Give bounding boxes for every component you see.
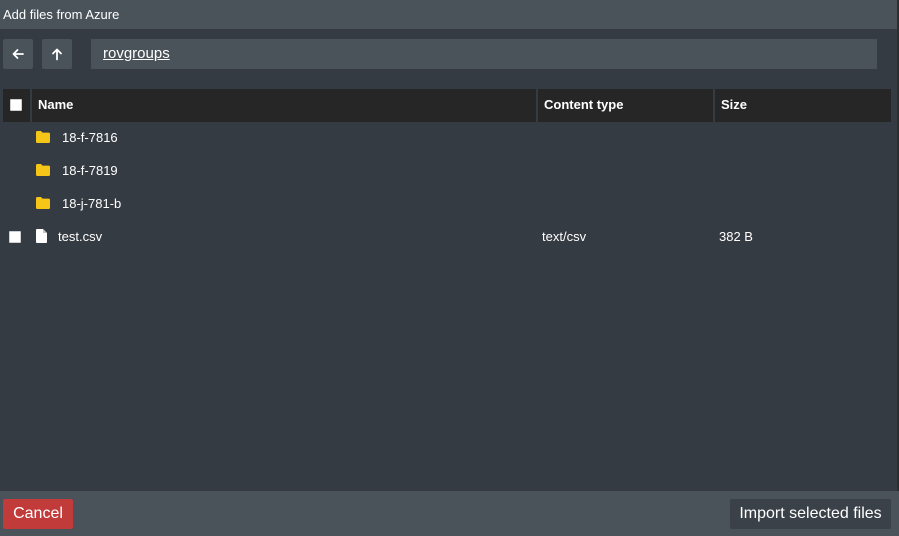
folder-row[interactable]: 18-j-781-b xyxy=(0,187,891,220)
row-name[interactable]: 18-j-781-b xyxy=(62,187,121,220)
dialog-title: Add files from Azure xyxy=(3,7,120,22)
back-button[interactable] xyxy=(3,39,33,69)
path-segment-link[interactable]: rovgroups xyxy=(103,45,170,62)
folder-icon xyxy=(36,131,50,143)
path-breadcrumb[interactable]: rovgroups xyxy=(91,39,877,69)
folder-icon xyxy=(36,164,50,176)
row-name[interactable]: test.csv xyxy=(58,220,102,253)
dialog-titlebar: Add files from Azure xyxy=(0,0,899,29)
row-content-type: text/csv xyxy=(542,229,587,244)
column-header-size[interactable]: Size xyxy=(713,89,891,122)
cancel-button[interactable]: Cancel xyxy=(3,499,73,529)
row-name[interactable]: 18-f-7816 xyxy=(62,121,118,154)
folder-icon xyxy=(36,197,50,209)
dialog-footer: Cancel Import selected files xyxy=(0,491,899,536)
header-select-cell xyxy=(3,89,30,122)
row-name[interactable]: 18-f-7819 xyxy=(62,154,118,187)
file-row[interactable]: test.csv text/csv 382 B xyxy=(0,220,891,253)
select-all-checkbox[interactable] xyxy=(10,99,22,111)
column-header-name[interactable]: Name xyxy=(30,89,536,122)
column-header-content-type[interactable]: Content type xyxy=(536,89,713,122)
folder-row[interactable]: 18-f-7819 xyxy=(0,154,891,187)
row-size: 382 B xyxy=(719,229,753,244)
table-header: Name Content type Size xyxy=(3,89,891,122)
arrow-left-icon xyxy=(12,49,24,59)
folder-row[interactable]: 18-f-7816 xyxy=(0,121,891,154)
file-icon xyxy=(36,229,47,243)
row-select-checkbox[interactable] xyxy=(9,231,21,243)
import-selected-files-button[interactable]: Import selected files xyxy=(730,499,891,529)
up-button[interactable] xyxy=(42,39,72,69)
arrow-up-icon xyxy=(52,48,62,61)
